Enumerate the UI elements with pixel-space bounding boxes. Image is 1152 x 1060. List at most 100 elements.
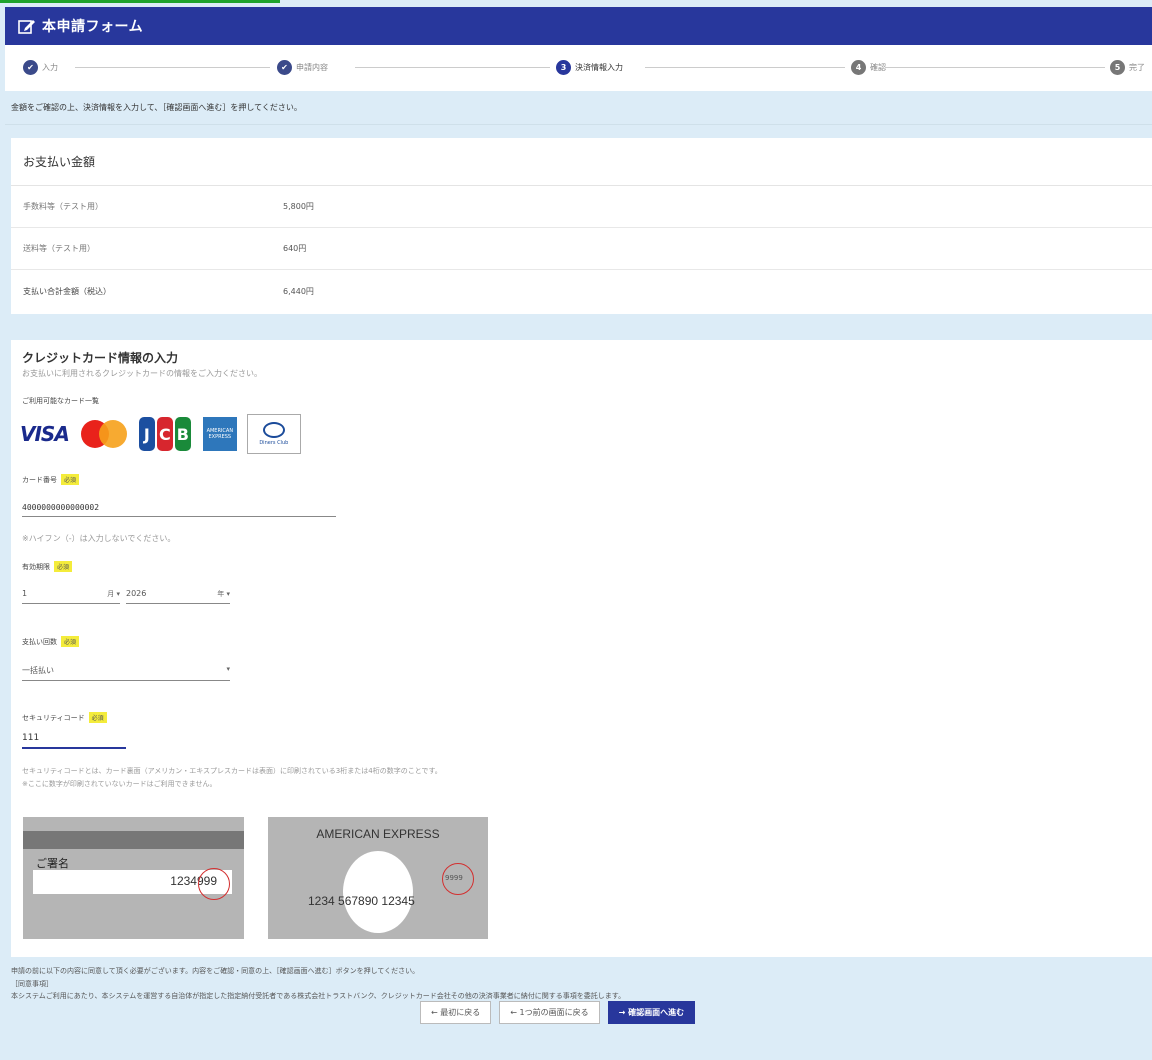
consent-text: 申請の前に以下の内容に同意して頂く必要がございます。内容をご確認・同意の上、［確… [11, 967, 420, 975]
step-connector [75, 67, 270, 68]
step-number: 4 [851, 60, 866, 75]
magnetic-stripe [23, 831, 244, 849]
brands-label: ご利用可能なカード一覧 [22, 397, 99, 405]
month-unit-text: 月 [107, 590, 115, 598]
expiry-year-select[interactable]: 2026 年 ▾ [126, 589, 230, 604]
instruction-notice: 金額をご確認の上、決済情報を入力して、［確認画面へ進む］を押してください。 [5, 91, 1152, 125]
expiry-year-unit: 年 ▾ [217, 590, 230, 598]
step-label: 申請内容 [296, 63, 328, 72]
required-badge: 必須 [61, 636, 80, 647]
expiry-label: 有効期限 必須 [22, 561, 73, 572]
step-payment: 3 決済情報入力 [556, 60, 623, 75]
top-accent-line [0, 0, 280, 3]
credit-card-form: クレジットカード情報の入力 お支払いに利用されるクレジットカードの情報をご入力く… [11, 340, 1152, 957]
progress-stepper: ✔ 入力 ✔ 申請内容 3 決済情報入力 4 確認 5 完了 [5, 45, 1152, 91]
diners-logo: Diners Club [246, 414, 301, 454]
step-confirm: 4 確認 [851, 60, 886, 75]
installments-label-text: 支払い回数 [22, 637, 57, 646]
diners-logo-text: Diners Club [259, 440, 289, 446]
step-connector [885, 67, 1105, 68]
signature-label: ご署名 [36, 857, 69, 870]
card-number-input[interactable]: 4000000000000002 [22, 503, 336, 517]
payment-row-value: 640円 [283, 244, 307, 253]
step-label: 確認 [870, 63, 886, 72]
step-application: ✔ 申請内容 [277, 60, 328, 75]
step-number: 3 [556, 60, 571, 75]
payment-row-value: 5,800円 [283, 202, 314, 211]
required-badge: 必須 [88, 712, 107, 723]
required-badge: 必須 [54, 561, 73, 572]
code-highlight-ring [198, 868, 230, 900]
payment-row: 手数料等（テスト用） 5,800円 [11, 186, 1152, 228]
code-highlight-ring [442, 863, 474, 895]
amex-card-brand: AMERICAN EXPRESS [316, 827, 440, 841]
card-number-label-text: カード番号 [22, 475, 57, 484]
expiry-month-select[interactable]: 1 月 ▾ [22, 589, 120, 604]
arrow-left-icon: ← [431, 1008, 441, 1017]
security-label-text: セキュリティコード [22, 713, 85, 722]
step-complete: 5 完了 [1110, 60, 1145, 75]
back-to-first-button[interactable]: ← 最初に戻る [420, 1001, 492, 1024]
payment-amount-card: お支払い金額 手数料等（テスト用） 5,800円 送料等（テスト用） 640円 … [11, 138, 1152, 314]
payment-total-row: 支払い合計金額（税込） 6,440円 [11, 270, 1152, 312]
step-label: 入力 [42, 63, 58, 72]
installments-value: 一括払い [22, 666, 54, 675]
action-buttons: ← 最初に戻る ← 1つ前の画面に戻る → 確認画面へ進む [420, 1001, 696, 1024]
card-back-illustration: ご署名 1234999 [23, 817, 244, 939]
installments-label: 支払い回数 必須 [22, 636, 80, 647]
expiry-year-value: 2026 [126, 589, 147, 598]
card-brands: VISA JCB AMERICAN EXPRESS Diners Club [20, 413, 301, 455]
card-back-digits: 1234 [170, 874, 197, 888]
step-label: 完了 [1129, 63, 1145, 72]
expiry-month-unit: 月 ▾ [107, 590, 120, 598]
security-code-description: セキュリティコードとは、カード裏面（アメリカン・エキスプレスカードは表面）に印刷… [22, 765, 442, 791]
payment-row-label: 送料等（テスト用） [23, 244, 95, 253]
back-one-step-label: 1つ前の画面に戻る [519, 1008, 589, 1017]
payment-row-label: 手数料等（テスト用） [23, 202, 103, 211]
installments-select[interactable]: 一括払い ▾ [22, 665, 230, 681]
back-one-step-button[interactable]: ← 1つ前の画面に戻る [499, 1001, 600, 1024]
security-desc-line: ※ここに数字が印刷されていないカードはご利用できません。 [22, 780, 217, 788]
app-header: 本申請フォーム [5, 7, 1152, 45]
card-number-label: カード番号 必須 [22, 474, 80, 485]
expiry-month-value: 1 [22, 589, 28, 598]
check-icon: ✔ [23, 60, 38, 75]
consent-heading: ［同意事項］ [11, 980, 53, 988]
arrow-right-icon: → [618, 1008, 629, 1017]
proceed-to-confirm-button[interactable]: → 確認画面へ進む [607, 1001, 696, 1024]
edit-icon [18, 20, 35, 34]
amex-logo: AMERICAN EXPRESS [202, 417, 237, 451]
payment-row: 送料等（テスト用） 640円 [11, 228, 1152, 270]
arrow-left-icon: ← [510, 1008, 520, 1017]
amex-card-number: 1234 567890 12345 [308, 894, 415, 908]
required-badge: 必須 [61, 474, 80, 485]
step-connector [355, 67, 550, 68]
security-desc-line: セキュリティコードとは、カード裏面（アメリカン・エキスプレスカードは表面）に印刷… [22, 767, 442, 775]
back-to-first-label: 最初に戻る [440, 1008, 481, 1017]
mastercard-logo [77, 418, 131, 450]
visa-logo: VISA [20, 422, 70, 446]
credit-card-title: クレジットカード情報の入力 [22, 351, 179, 365]
security-code-label: セキュリティコード 必須 [22, 712, 107, 723]
security-code-input[interactable]: 111 [22, 733, 126, 749]
card-number-hint: ※ハイフン（-）は入力しないでください。 [22, 534, 176, 543]
amex-card-emblem [343, 851, 413, 933]
step-input: ✔ 入力 [23, 60, 58, 75]
payment-title: お支払い金額 [11, 138, 1152, 186]
year-unit-text: 年 [217, 590, 225, 598]
consent-detail: 本システムご利用にあたり、本システムを運営する自治体が指定した指定納付受託者であ… [11, 992, 626, 1000]
check-icon: ✔ [277, 60, 292, 75]
step-number: 5 [1110, 60, 1125, 75]
jcb-logo: JCB [138, 417, 193, 451]
payment-row-value: 6,440円 [283, 286, 314, 296]
expiry-label-text: 有効期限 [22, 562, 50, 571]
credit-card-subtitle: お支払いに利用されるクレジットカードの情報をご入力ください。 [22, 369, 262, 378]
proceed-label: 確認画面へ進む [628, 1008, 685, 1017]
amex-card-illustration: AMERICAN EXPRESS 9999 1234 567890 12345 [268, 817, 488, 939]
chevron-down-icon: ▾ [226, 665, 230, 673]
page-title: 本申請フォーム [42, 19, 144, 35]
step-connector [645, 67, 845, 68]
payment-row-label: 支払い合計金額（税込） [23, 286, 111, 296]
step-label: 決済情報入力 [575, 63, 623, 72]
amex-logo-text: EXPRESS [208, 434, 232, 440]
